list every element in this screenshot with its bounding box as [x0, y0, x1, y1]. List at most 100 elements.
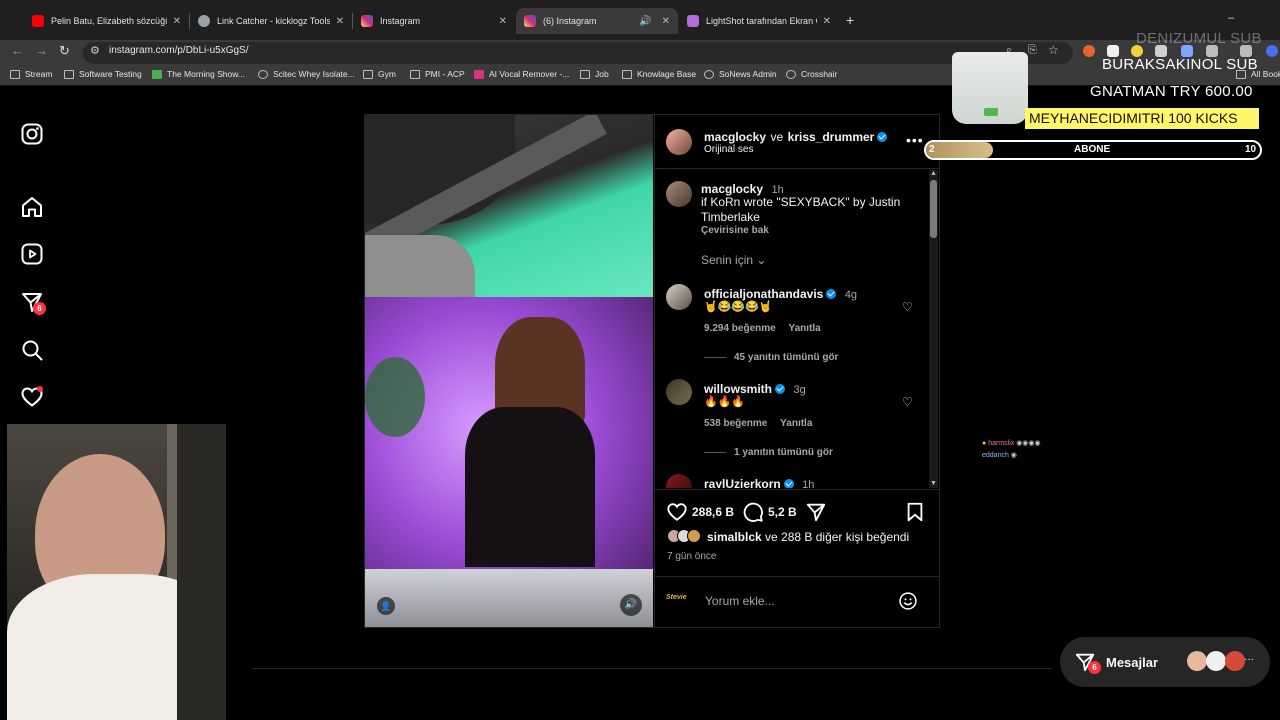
star-icon[interactable]: ☆ [1048, 43, 1059, 57]
coauthor-username[interactable]: kriss_drummer [788, 130, 875, 144]
comment-avatar[interactable] [666, 474, 692, 488]
scrollbar-thumb[interactable] [930, 180, 937, 238]
sort-dropdown[interactable]: Senin için ⌄ [701, 253, 766, 267]
profile-avatar[interactable] [1266, 45, 1278, 57]
bookmark-scitec[interactable]: Scitec Whey Isolate... [258, 69, 355, 79]
like-count[interactable]: 288,6 B [692, 505, 734, 519]
divider [704, 356, 726, 358]
tagged-user-icon[interactable]: 👤 [377, 597, 395, 615]
message-avatar[interactable] [1225, 651, 1245, 671]
install-icon[interactable]: ⎘ [1028, 44, 1037, 57]
view-replies[interactable]: 1 yanıtın tümünü gör [704, 447, 833, 458]
back-icon[interactable]: ← [11, 43, 24, 58]
more-icon[interactable]: ··· [1244, 654, 1254, 665]
bookmark-sonews-admin[interactable]: SoNews Admin [704, 69, 777, 79]
more-options-icon[interactable]: ••• [906, 132, 924, 148]
close-icon[interactable]: ✕ [336, 16, 344, 27]
bookmark-gym[interactable]: Gym [363, 69, 396, 79]
minimize-button[interactable]: – [1228, 12, 1248, 24]
liked-by-text: simalblck ve 288 B diğer kişi beğendi [707, 530, 909, 544]
author-username[interactable]: macglocky [704, 130, 766, 144]
message-avatar[interactable] [1187, 651, 1207, 671]
message-avatar[interactable] [1206, 651, 1226, 671]
comment-icon[interactable] [742, 501, 764, 523]
bookmark-crosshair[interactable]: Crosshair [786, 69, 837, 79]
speaker-icon[interactable]: 🔊 [639, 16, 651, 27]
reply-button[interactable]: Yanıtla [780, 418, 812, 429]
save-icon[interactable] [904, 501, 926, 523]
scroll-down-icon[interactable]: ▼ [930, 480, 937, 487]
post-age[interactable]: 7 gün önce [667, 551, 717, 562]
liked-by-rest[interactable]: ve 288 B diğer kişi beğendi [765, 530, 909, 544]
like-comment-icon[interactable]: ♡ [902, 300, 913, 314]
comment-likes[interactable]: 9.294 beğenme [704, 323, 776, 334]
comment-input[interactable]: Yorum ekle... [705, 594, 775, 608]
scroll-up-icon[interactable]: ▲ [930, 170, 937, 177]
bookmark-software-testing[interactable]: Software Testing [64, 69, 142, 79]
bookmark-ai-vocal-remover[interactable]: AI Vocal Remover -... [474, 69, 569, 79]
messages-badge: 6 [1088, 661, 1101, 674]
video-drummer[interactable] [365, 297, 653, 627]
heart-icon[interactable] [20, 385, 44, 409]
bookmark-icon [258, 69, 268, 79]
bookmark-pmi-acp[interactable]: PMI - ACP [410, 69, 465, 79]
url-text[interactable]: instagram.com/p/DbLi-u5xGgS/ [109, 45, 249, 56]
close-icon[interactable]: ✕ [823, 16, 831, 27]
tab-label: Instagram [380, 16, 421, 26]
bookmark-icon [704, 69, 714, 79]
liked-by-username[interactable]: simalblck [707, 530, 762, 544]
emote-icon: ◉◉◉◉ [1014, 440, 1041, 447]
close-icon[interactable]: ✕ [173, 16, 181, 27]
audio-label[interactable]: Orijinal ses [704, 144, 753, 155]
extension-icon[interactable] [1083, 45, 1095, 57]
search-icon[interactable] [20, 338, 44, 362]
volume-icon[interactable]: 🔊 [620, 594, 642, 616]
sort-label: Senin için [701, 253, 754, 267]
tab-instagram[interactable]: Instagram ✕ [353, 8, 515, 34]
comment-header: raylUzierkorn 1h [704, 475, 814, 488]
caption-username[interactable]: macglocky [701, 182, 763, 196]
reels-icon[interactable] [20, 242, 44, 266]
bookmark-knowlage-base[interactable]: Knowlage Base [622, 69, 696, 79]
close-icon[interactable]: ✕ [499, 16, 507, 27]
plant [365, 357, 425, 437]
reload-icon[interactable]: ↻ [59, 43, 70, 59]
caption-avatar[interactable] [666, 181, 692, 207]
close-icon[interactable]: ✕ [662, 16, 670, 27]
comment-username[interactable]: raylUzierkorn [704, 477, 781, 488]
instagram-logo-icon[interactable] [20, 122, 44, 146]
liker-avatar[interactable] [687, 529, 701, 543]
see-translation-link[interactable]: Çevirisine bak [701, 225, 769, 236]
comment-meta: 9.294 beğenme Yanıtla [704, 323, 821, 334]
like-icon[interactable] [666, 501, 688, 523]
view-replies[interactable]: 45 yanıtın tümünü gör [704, 352, 838, 363]
alert-line-highlight: MEYHANECIDIMITRI 100 KICKS [1025, 108, 1259, 129]
tab-lightshot[interactable]: LightShot tarafından Ekran Görü ✕ [679, 8, 839, 34]
bookmark-morning-show[interactable]: The Morning Show... [152, 69, 245, 79]
tab-youtube[interactable]: Pelin Batu, Elizabeth sözcüğünü ✕ [24, 8, 189, 34]
tab-instagram-active[interactable]: (6) Instagram 🔊 ✕ [516, 8, 678, 34]
comment-likes[interactable]: 538 beğenme [704, 418, 767, 429]
site-info-icon[interactable]: ⚙ [90, 44, 100, 57]
author-avatar[interactable] [666, 129, 692, 155]
bookmark-job[interactable]: Job [580, 69, 609, 79]
forward-icon[interactable]: → [35, 43, 48, 58]
home-icon[interactable] [20, 195, 44, 219]
new-tab-button[interactable]: + [846, 12, 854, 28]
comment-username[interactable]: willowsmith [704, 382, 772, 396]
emoji-icon[interactable] [898, 591, 918, 611]
video-guitarist[interactable] [365, 115, 653, 297]
tab-link-catcher[interactable]: Link Catcher - kicklogz Tools ✕ [190, 8, 352, 34]
bookmark-stream[interactable]: Stream [10, 69, 52, 79]
webcam-overlay [7, 424, 226, 720]
alert-line: BURAKSAKINOL SUB [1102, 56, 1258, 73]
like-comment-icon[interactable]: ♡ [902, 395, 913, 409]
comment-avatar[interactable] [666, 284, 692, 310]
comment-username[interactable]: officialjonathandavis [704, 287, 823, 301]
comment-count[interactable]: 5,2 B [768, 505, 797, 519]
comment-partial: raylUzierkorn 1h [654, 470, 928, 488]
share-icon[interactable] [805, 501, 827, 523]
youtube-icon [32, 15, 44, 27]
reply-button[interactable]: Yanıtla [789, 323, 821, 334]
comment-avatar[interactable] [666, 379, 692, 405]
